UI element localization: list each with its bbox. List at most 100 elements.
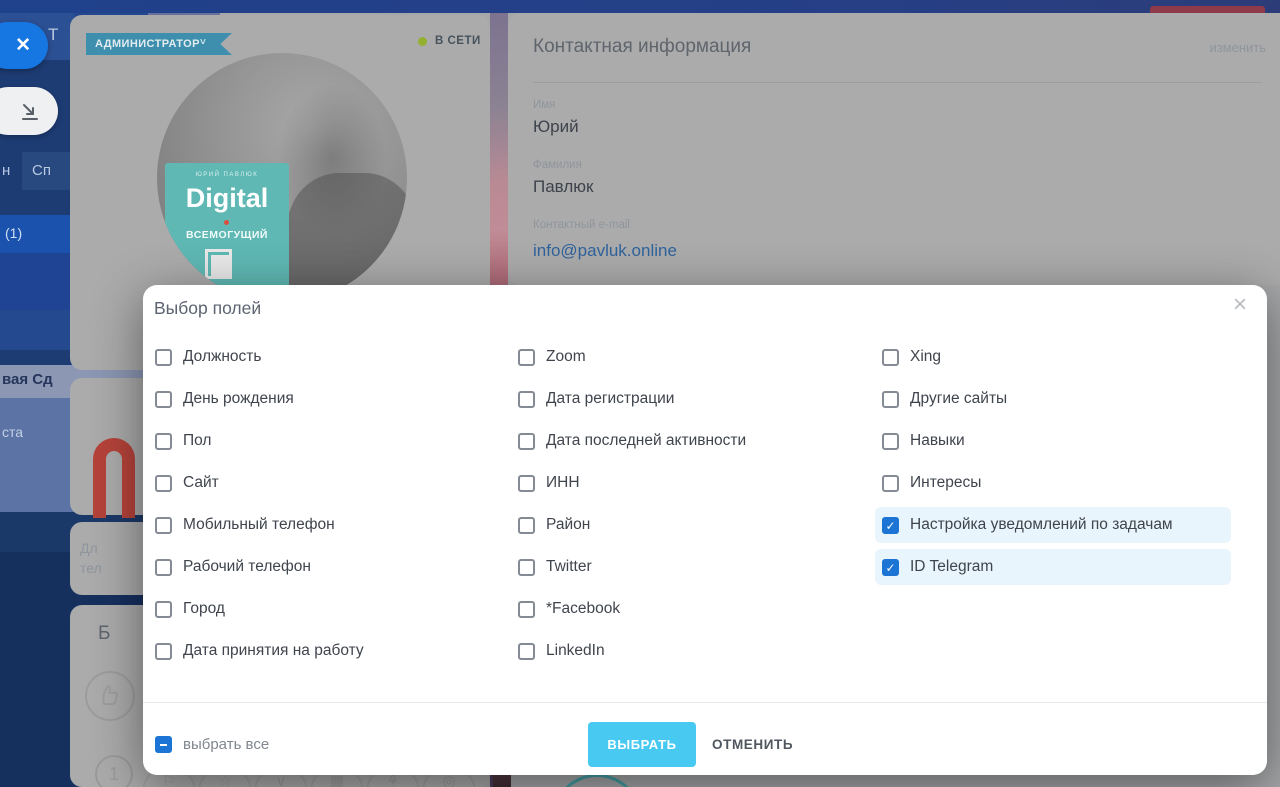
checkbox-unchecked[interactable]	[518, 348, 535, 366]
sidebar-view-list[interactable]: Сп	[32, 162, 51, 179]
role-badge-label: АДМИНИСТРАТОР	[95, 38, 200, 50]
edit-link[interactable]: изменить	[1209, 40, 1266, 55]
chevron-down-icon: ˅	[200, 37, 207, 48]
checkbox-label: Zoom	[546, 348, 586, 365]
field-checkbox-row[interactable]: Другие сайты	[882, 381, 1245, 417]
field-checkbox-row[interactable]: Рабочий телефон	[155, 549, 505, 585]
checkbox-unchecked[interactable]	[882, 348, 899, 366]
field-checkbox-row[interactable]: Пол	[155, 423, 505, 459]
checkbox-unchecked[interactable]	[155, 600, 172, 618]
collapse-arrow-icon	[22, 104, 38, 120]
field-checkbox-row[interactable]: Xing	[882, 339, 1245, 375]
checkbox-unchecked[interactable]	[518, 558, 535, 576]
field-checkbox-row[interactable]: Район	[518, 507, 868, 543]
book-title: Digital	[185, 183, 269, 213]
badges-card-title: Б	[98, 623, 111, 644]
field-value-name: Юрий	[533, 117, 579, 136]
field-checkbox-row[interactable]: ✓ Настройка уведомлений по задачам	[875, 507, 1231, 543]
checkbox-unchecked[interactable]	[518, 432, 535, 450]
contact-card-title: Контактная информация	[533, 36, 752, 57]
checkbox-label: Район	[546, 516, 591, 533]
checkbox-label: Настройка уведомлений по задачам	[910, 516, 1173, 533]
field-checkbox-row[interactable]: ИНН	[518, 465, 868, 501]
checkbox-label: Другие сайты	[910, 390, 1008, 407]
checkbox-unchecked[interactable]	[155, 558, 172, 576]
checkbox-label: LinkedIn	[546, 642, 605, 659]
field-checkbox-row[interactable]: Город	[155, 591, 505, 627]
checkbox-checked[interactable]: ✓	[882, 558, 899, 576]
checkbox-label: Навыки	[910, 432, 965, 449]
field-label-surname: Фамилия	[533, 159, 582, 171]
checkbox-unchecked[interactable]	[155, 474, 172, 492]
field-checkbox-row[interactable]: Интересы	[882, 465, 1245, 501]
checkbox-label: Twitter	[546, 558, 592, 575]
checkbox-label: *Facebook	[546, 600, 621, 617]
cancel-button[interactable]: ОТМЕНИТЬ	[712, 722, 793, 767]
thumbs-up-icon[interactable]	[85, 671, 135, 721]
phone-info-line-2: тел	[80, 560, 102, 576]
checkbox-unchecked[interactable]	[518, 516, 535, 534]
book-author: ЮРИЙ ПАВЛЮК	[195, 172, 259, 178]
checkbox-column-1: Должность День рождения Пол Сайт Мобильный т…	[155, 339, 505, 675]
field-label-name: Имя	[533, 99, 556, 111]
phone-info-line-1: Дл	[80, 540, 98, 556]
field-checkbox-row[interactable]: Дата принятия на работу	[155, 633, 505, 669]
field-selection-modal: Выбор полей × Должность День рождения Пол С…	[143, 285, 1267, 775]
field-checkbox-row[interactable]: Дата последней активности	[518, 423, 868, 459]
divider	[533, 82, 1262, 83]
checkbox-label: Рабочий телефон	[183, 558, 311, 575]
checkbox-label: Дата последней активности	[546, 432, 747, 449]
modal-close-icon[interactable]: ×	[1233, 293, 1247, 317]
checkbox-unchecked[interactable]	[882, 474, 899, 492]
select-all-row[interactable]: выбрать все	[155, 736, 269, 753]
role-badge[interactable]: АДМИНИСТРАТОР ˅	[86, 33, 232, 55]
checkbox-label: Мобильный телефон	[183, 516, 335, 533]
checkbox-unchecked[interactable]	[155, 642, 172, 660]
checkbox-column-3: Xing Другие сайты Навыки Интересы ✓ Настройка…	[875, 339, 1245, 591]
checkbox-unchecked[interactable]	[518, 390, 535, 408]
field-checkbox-row[interactable]: День рождения	[155, 381, 505, 417]
checkbox-label: Должность	[183, 348, 262, 365]
checkbox-unchecked[interactable]	[882, 390, 899, 408]
badge-number-circle[interactable]: 1	[95, 755, 133, 787]
close-slider-button[interactable]: ✕	[0, 22, 48, 69]
field-checkbox-row[interactable]: Zoom	[518, 339, 868, 375]
checkbox-unchecked[interactable]	[518, 474, 535, 492]
checkbox-unchecked[interactable]	[155, 348, 172, 366]
field-checkbox-row[interactable]: Сайт	[155, 465, 505, 501]
avatar[interactable]: ЮРИЙ ПАВЛЮК Digital ВСЕМОГУЩИЙ	[157, 53, 407, 303]
field-checkbox-row[interactable]: ✓ ID Telegram	[875, 549, 1231, 585]
field-checkbox-row[interactable]: *Facebook	[518, 591, 868, 627]
checkbox-unchecked[interactable]	[882, 432, 899, 450]
field-checkbox-row[interactable]: Навыки	[882, 423, 1245, 459]
checkbox-unchecked[interactable]	[155, 390, 172, 408]
field-label-email: Контактный e-mail	[533, 219, 630, 231]
checkbox-column-2: Zoom Дата регистрации Дата последней актив…	[518, 339, 868, 675]
submit-button[interactable]: ВЫБРАТЬ	[588, 722, 696, 767]
field-value-surname: Павлюк	[533, 177, 594, 196]
field-checkbox-row[interactable]: Дата регистрации	[518, 381, 868, 417]
checkbox-label: ID Telegram	[910, 558, 994, 575]
checkbox-label: Пол	[183, 432, 212, 449]
sidebar-counter: (1)	[5, 225, 23, 241]
minimize-slider-button[interactable]	[0, 87, 58, 135]
checkbox-label: ИНН	[546, 474, 580, 491]
book-qr-code	[205, 249, 232, 279]
modal-title: Выбор полей	[154, 298, 262, 318]
checkbox-checked[interactable]: ✓	[882, 516, 899, 534]
sidebar-tab-label-2[interactable]: Т	[48, 25, 58, 45]
avatar-book: ЮРИЙ ПАВЛЮК Digital ВСЕМОГУЩИЙ	[165, 163, 289, 303]
field-checkbox-row[interactable]: LinkedIn	[518, 633, 868, 669]
chart-circle	[552, 774, 642, 787]
field-checkbox-row[interactable]: Twitter	[518, 549, 868, 585]
email-link[interactable]: info@pavluk.online	[533, 241, 677, 261]
sidebar-view-kanban[interactable]: н	[2, 162, 10, 179]
checkbox-unchecked[interactable]	[518, 600, 535, 618]
field-checkbox-row[interactable]: Мобильный телефон	[155, 507, 505, 543]
checkbox-unchecked[interactable]	[155, 516, 172, 534]
checkbox-unchecked[interactable]	[518, 642, 535, 660]
select-all-checkbox[interactable]	[155, 736, 172, 753]
field-checkbox-row[interactable]: Должность	[155, 339, 505, 375]
book-subtitle: ВСЕМОГУЩИЙ	[186, 229, 268, 241]
checkbox-unchecked[interactable]	[155, 432, 172, 450]
